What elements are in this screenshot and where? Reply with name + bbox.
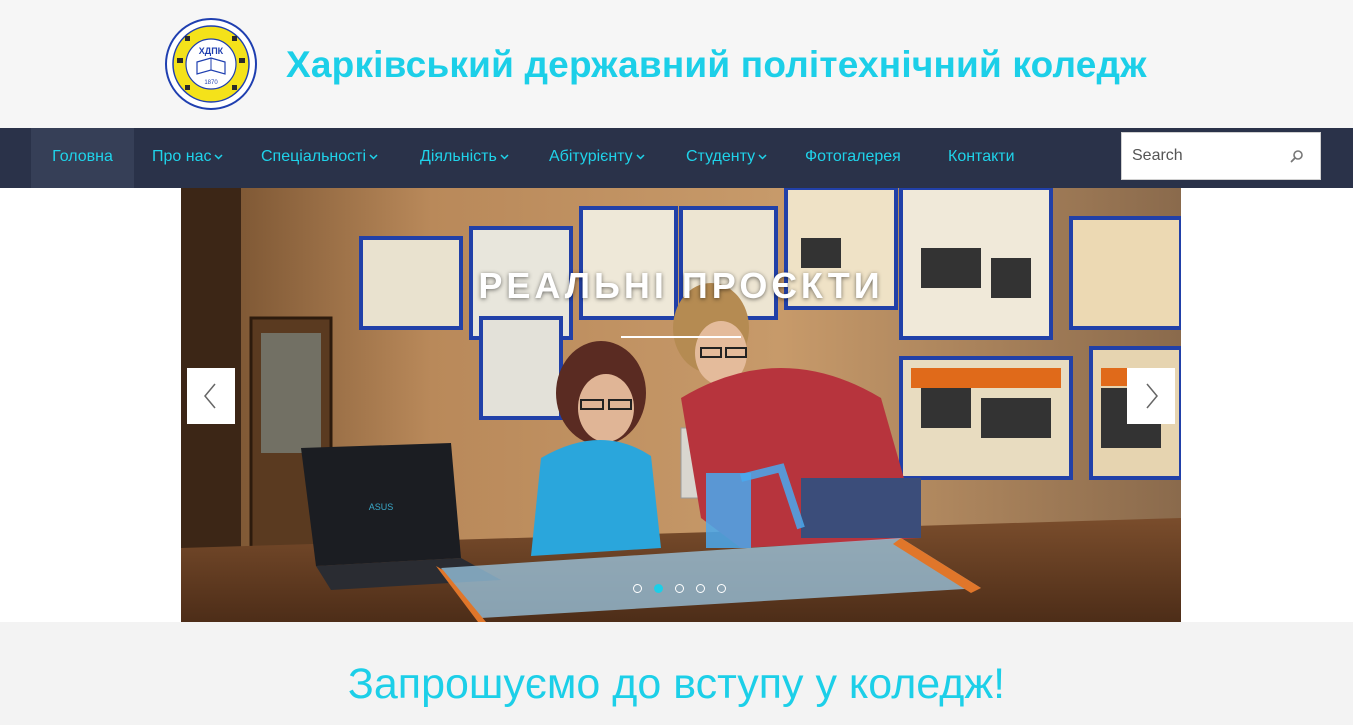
nav-item-label: Діяльність <box>420 148 497 165</box>
logo-abbr: ХДПК <box>199 46 224 56</box>
search-input[interactable] <box>1132 145 1282 167</box>
search-icon[interactable] <box>1289 148 1305 164</box>
chevron-down-icon <box>758 154 767 160</box>
slider-dot[interactable] <box>675 584 684 593</box>
nav-item-specialties[interactable]: Спеціальності <box>261 128 378 188</box>
nav-item-gallery[interactable]: Фотогалерея <box>805 128 901 188</box>
chevron-left-icon <box>204 383 216 409</box>
nav-item-label: Абітурієнту <box>549 148 633 165</box>
slider-dot-active[interactable] <box>654 584 663 593</box>
admission-heading: Запрошуємо до вступу у коледж! <box>347 660 1006 708</box>
slider-prev-button[interactable] <box>187 368 235 424</box>
hero-slider: ASUS <box>181 188 1181 622</box>
site-header: ХДПК 1870 Харківський державний політехн… <box>0 0 1353 128</box>
laptop-brand: ASUS <box>369 502 394 512</box>
college-logo[interactable]: ХДПК 1870 <box>165 18 257 110</box>
nav-item-home[interactable]: Головна <box>31 128 134 188</box>
nav-item-label: Студенту <box>686 148 756 165</box>
slide-title: РЕАЛЬНІ ПРОЄКТИ <box>478 265 884 306</box>
chevron-right-icon <box>1146 383 1158 409</box>
nav-item-label: Контакти <box>948 148 1015 165</box>
slider-next-button[interactable] <box>1127 368 1175 424</box>
chevron-down-icon <box>369 154 378 160</box>
nav-item-label: Головна <box>52 148 113 165</box>
nav-item-about[interactable]: Про нас <box>152 128 224 188</box>
logo-year: 1870 <box>204 80 218 86</box>
nav-item-students[interactable]: Студенту <box>686 128 767 188</box>
site-title[interactable]: Харківський державний політехнічний коле… <box>286 44 1147 86</box>
slider-pagination <box>631 584 731 596</box>
nav-item-activity[interactable]: Діяльність <box>420 128 509 188</box>
slider-dot[interactable] <box>696 584 705 593</box>
nav-item-label: Спеціальності <box>261 148 367 165</box>
nav-item-applicants[interactable]: Абітурієнту <box>549 128 645 188</box>
slider-dot[interactable] <box>633 584 642 593</box>
chevron-down-icon <box>500 154 509 160</box>
nav-item-label: Про нас <box>152 148 212 165</box>
nav-item-label: Фотогалерея <box>805 148 901 165</box>
slide-title-underline <box>621 336 741 338</box>
slide-image: ASUS <box>181 188 1181 622</box>
chevron-down-icon <box>214 154 224 160</box>
slider-dot[interactable] <box>717 584 726 593</box>
chevron-down-icon <box>636 154 645 160</box>
nav-item-contacts[interactable]: Контакти <box>948 128 1015 188</box>
